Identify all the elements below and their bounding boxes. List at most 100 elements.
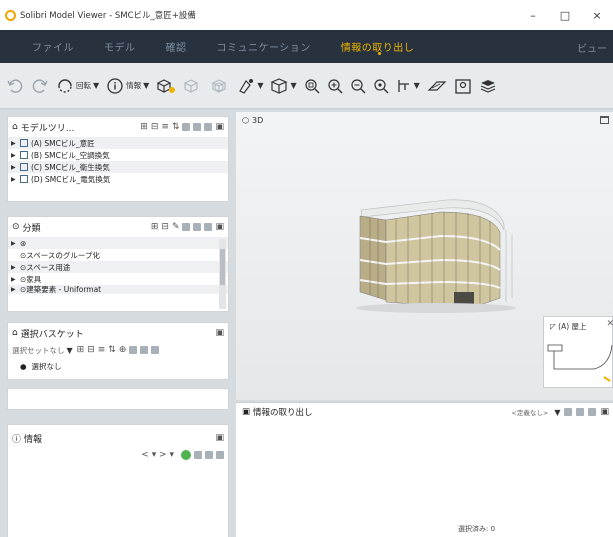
basket-add-icon[interactable]: ⊕: [119, 345, 127, 355]
measure-button[interactable]: ▼: [396, 78, 420, 94]
chevron-down-icon: ▼: [290, 81, 297, 90]
info-button[interactable]: 情報 ▼: [106, 77, 149, 95]
redo-icon: [32, 78, 48, 93]
show-all-button[interactable]: [156, 77, 176, 95]
menu-view[interactable]: ビュー: [577, 40, 607, 55]
menu-model[interactable]: モデル: [104, 39, 136, 54]
chevron-down-icon: ▼: [257, 81, 264, 90]
zoom-fit-button[interactable]: [304, 78, 320, 94]
paint-icon: [239, 78, 254, 94]
list-item[interactable]: ▶ (B) SMCビル_空調換気: [8, 149, 228, 161]
expand-triangle-icon[interactable]: ▶: [11, 276, 16, 283]
color-button[interactable]: ▼: [237, 77, 263, 95]
classification-name: スペースのグループ化: [26, 250, 100, 260]
extraction-title: 情報の取り出し: [253, 408, 313, 418]
tree-sort-icon[interactable]: ⇅: [108, 345, 116, 355]
list-item[interactable]: ▶ (D) SMCビル_電気換気: [8, 173, 228, 185]
list-item[interactable]: ▶ ⊙ 建築要素 - Uniformat: [8, 285, 228, 294]
classification-root-icon: ⊛: [20, 238, 27, 248]
tree-filter-icon[interactable]: ≡: [98, 345, 106, 355]
menu-communication[interactable]: コミュニケーション: [217, 39, 311, 54]
hide-button[interactable]: [183, 77, 203, 95]
floor-plan-outline: [547, 344, 613, 382]
tree-disabled-icon: [193, 123, 202, 131]
menu-check[interactable]: 確認: [166, 39, 187, 54]
maximize-button[interactable]: □: [549, 0, 581, 30]
expand-triangle-icon[interactable]: ▶: [11, 140, 16, 147]
cube-transparent-icon: [211, 78, 227, 93]
list-item[interactable]: ▶ ⊛: [8, 237, 228, 249]
expand-triangle-icon[interactable]: ▶: [11, 264, 16, 271]
info-nav-tools: < ▾ > ▾: [141, 450, 224, 460]
expand-triangle-icon[interactable]: ▶: [11, 176, 16, 183]
transparent-button[interactable]: [210, 77, 230, 95]
list-item[interactable]: ▶ (A) SMCビル_意匠: [8, 137, 228, 149]
classification-icon: ⊙: [12, 222, 20, 232]
expand-triangle-icon[interactable]: ▶: [11, 152, 16, 159]
tree-disabled-icon: [182, 123, 191, 131]
list-item[interactable]: ● 選択なし: [8, 360, 228, 372]
map-button[interactable]: [454, 77, 472, 95]
menu-file[interactable]: ファイル: [32, 39, 74, 54]
bullet-icon: ●: [20, 361, 27, 371]
tree-expand-icon[interactable]: ⊞: [140, 122, 148, 132]
view-cube-button[interactable]: ▼: [270, 77, 297, 95]
panel-maximize-icon[interactable]: ▣: [215, 222, 224, 232]
classification-name: スペース用途: [26, 262, 71, 272]
section-button[interactable]: [427, 78, 447, 94]
panel-maximize-icon[interactable]: ▣: [215, 328, 224, 338]
close-icon[interactable]: ✕: [606, 319, 613, 329]
list-item[interactable]: ⊙ スペースのグループ化: [8, 249, 228, 261]
model-tree-icon: ⌂: [12, 122, 18, 132]
tree-expand-icon[interactable]: ⊞: [151, 222, 159, 232]
zoom-selection-button[interactable]: [373, 78, 389, 94]
panel-maximize-icon[interactable]: ▣: [600, 407, 609, 417]
panel-maximize-icon[interactable]: ▣: [215, 433, 224, 443]
expand-triangle-icon[interactable]: ▶: [11, 240, 16, 247]
model-tree-panel: ⌂ モデルツリ... ⊞ ⊟ ≡ ⇅ ▣ ▶ (A) SMCビル_意匠 ▶ (B) …: [7, 116, 229, 202]
model-file-icon: [20, 139, 28, 147]
selection-set-dropdown[interactable]: 選択セットなし: [12, 345, 65, 356]
list-item[interactable]: ▶ ⊙ スペース用途: [8, 261, 228, 273]
tree-collapse-icon[interactable]: ⊟: [87, 345, 95, 355]
selection-status: 選択済み: 0: [458, 525, 496, 533]
list-item[interactable]: ▶ ⊙ 家具: [8, 273, 228, 285]
layers-button[interactable]: [479, 77, 497, 95]
expand-triangle-icon[interactable]: ▶: [11, 164, 16, 171]
floor-plan-view[interactable]: ◸ (A) 屋上 ✕: [543, 316, 613, 388]
undo-icon: [7, 78, 23, 93]
tree-collapse-icon[interactable]: ⊟: [151, 122, 159, 132]
rotate-button[interactable]: 回転 ▼: [56, 77, 99, 95]
title-bar: Solibri Model Viewer - SMCビル_意匠+設備 – □ ×: [0, 0, 613, 30]
close-button[interactable]: ×: [581, 0, 613, 30]
classification-header: ⊙ 分類 ⊞ ⊟ ✎ ▣: [8, 217, 228, 237]
tree-sort-icon[interactable]: ⇅: [172, 122, 180, 132]
chevron-down-icon[interactable]: ▼: [67, 346, 73, 355]
tree-disabled-icon: [576, 408, 585, 416]
zoom-fit-icon: [305, 78, 320, 93]
history-nav[interactable]: < ▾ > ▾: [141, 450, 174, 460]
expand-triangle-icon[interactable]: ▶: [11, 286, 16, 293]
classification-list: ▶ ⊛ ⊙ スペースのグループ化 ▶ ⊙ スペース用途 ▶ ⊙ 家具 ▶ ⊙ 建築要素 …: [8, 237, 228, 294]
toolbar: 回転 ▼ 情報 ▼ ▼ ▼ ▼: [0, 63, 613, 109]
tree-expand-icon[interactable]: ⊞: [77, 345, 85, 355]
definition-dropdown[interactable]: <定義なし>: [511, 407, 548, 417]
classification-scrollbar[interactable]: [219, 239, 226, 309]
menu-info-extraction[interactable]: 情報の取り出し: [341, 39, 415, 55]
undo-button[interactable]: [6, 77, 24, 95]
panel-maximize-icon[interactable]: ▣: [215, 122, 224, 132]
tree-filter-icon[interactable]: ≡: [161, 122, 169, 132]
zoom-out-button[interactable]: [350, 78, 366, 94]
zoom-in-button[interactable]: [327, 78, 343, 94]
minimize-button[interactable]: –: [517, 0, 549, 30]
redo-button[interactable]: [31, 77, 49, 95]
edit-icon[interactable]: ✎: [172, 222, 180, 232]
tree-collapse-icon[interactable]: ⊟: [161, 222, 169, 232]
info-sync-icon[interactable]: [181, 450, 191, 460]
list-item[interactable]: ▶ (C) SMCビル_衛生換気: [8, 161, 228, 173]
tree-disabled-icon: [151, 346, 160, 354]
tree-disabled-icon: [204, 123, 213, 131]
scrollbar-thumb[interactable]: [220, 249, 225, 285]
info-extraction-panel: ▣ 情報の取り出し <定義なし> ▼ ▣ 選択済み: 0: [236, 402, 613, 537]
chevron-down-icon[interactable]: ▼: [554, 408, 560, 417]
